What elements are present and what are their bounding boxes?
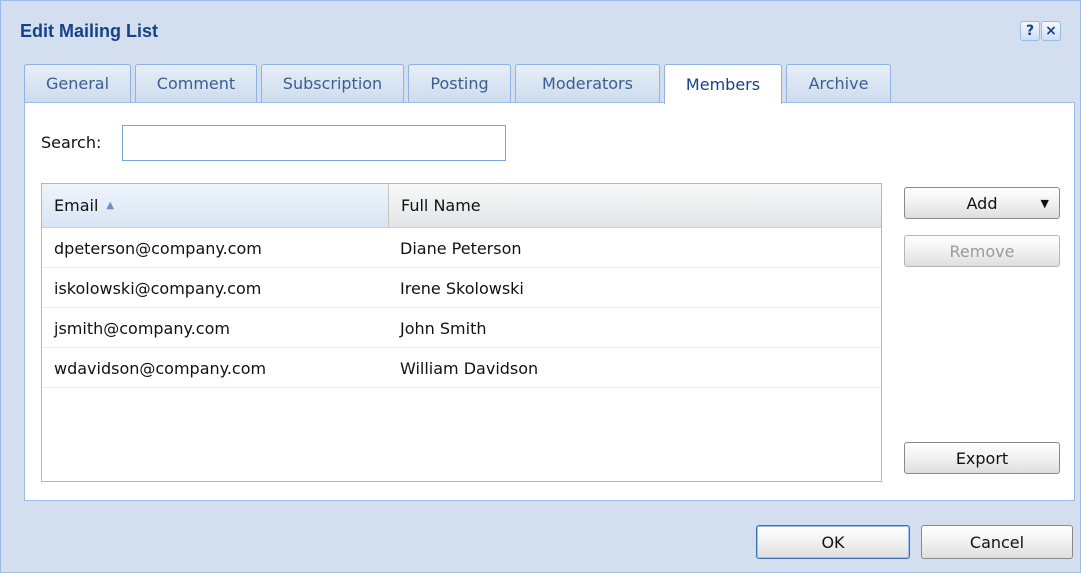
help-icon[interactable]: ? [1020,21,1040,41]
cell-email: iskolowski@company.com [54,278,262,298]
column-header-full-name-label: Full Name [401,196,481,215]
grid-header: Email ▲ Full Name [42,184,881,228]
search-label: Search: [41,133,102,152]
cancel-button[interactable]: Cancel [921,525,1073,559]
tab-members[interactable]: Members [664,64,782,104]
table-row[interactable]: jsmith@company.com John Smith [42,308,881,348]
tab-comment[interactable]: Comment [135,64,257,102]
cell-email: jsmith@company.com [54,318,230,338]
edit-mailing-list-dialog: Edit Mailing List ? × General Comment Su… [0,0,1081,573]
cell-email: dpeterson@company.com [54,238,262,258]
tab-posting[interactable]: Posting [408,64,511,102]
tab-strip: General Comment Subscription Posting Mod… [24,64,1081,104]
export-button[interactable]: Export [904,442,1060,474]
tab-moderators[interactable]: Moderators [515,64,660,102]
dialog-title: Edit Mailing List [20,21,158,41]
cell-email: wdavidson@company.com [54,358,267,378]
chevron-down-icon: ▼ [1040,196,1049,210]
sort-ascending-icon: ▲ [106,200,115,211]
cell-full-name: John Smith [400,318,487,338]
add-button[interactable]: Add ▼ [904,187,1060,219]
members-panel: Search: Email ▲ Full Name dpeterson@comp… [24,102,1075,501]
column-header-email[interactable]: Email ▲ [42,184,389,227]
cell-full-name: Diane Peterson [400,238,522,258]
table-row[interactable]: dpeterson@company.com Diane Peterson [42,228,881,268]
search-input[interactable] [122,125,506,161]
close-icon[interactable]: × [1041,21,1061,41]
cell-full-name: William Davidson [400,358,539,378]
tab-subscription[interactable]: Subscription [261,64,404,102]
remove-button[interactable]: Remove [904,235,1060,267]
members-grid: Email ▲ Full Name dpeterson@company.com … [41,183,882,482]
tab-general[interactable]: General [24,64,131,102]
add-button-label: Add [966,193,998,213]
table-row[interactable]: wdavidson@company.com William Davidson [42,348,881,388]
column-header-email-label: Email [54,196,99,215]
column-header-full-name[interactable]: Full Name [389,184,881,227]
ok-button[interactable]: OK [756,525,910,559]
cell-full-name: Irene Skolowski [400,278,524,298]
tab-archive[interactable]: Archive [786,64,891,102]
table-row[interactable]: iskolowski@company.com Irene Skolowski [42,268,881,308]
